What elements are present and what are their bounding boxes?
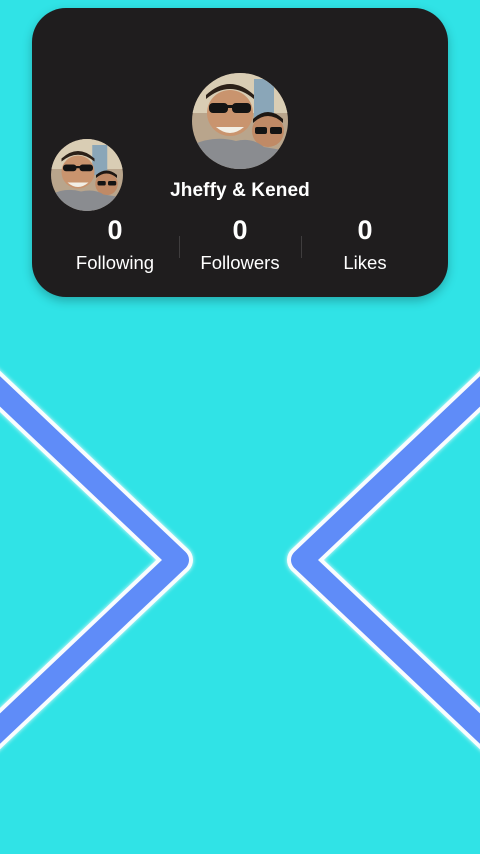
profile-card: Jheffy & Kened 0 Following 0 Followers 0… [32,8,448,297]
followers-stat[interactable]: 0 Followers [175,212,305,276]
profile-name: Jheffy & Kened [170,180,310,201]
profile-avatar[interactable] [192,73,288,169]
followers-label: Followers [200,252,280,273]
chevron-left-icon [287,370,480,750]
stats-row: 0 Following 0 Followers 0 Likes [32,212,448,282]
avatar-photo-icon [192,73,288,169]
likes-label: Likes [343,252,387,273]
following-stat[interactable]: 0 Following [50,212,180,276]
chevron-right-icon [0,370,193,750]
following-label: Following [75,252,155,273]
likes-count: 0 [357,215,373,245]
likes-stat[interactable]: 0 Likes [300,212,430,276]
followers-count: 0 [232,215,248,245]
following-count: 0 [107,215,123,245]
